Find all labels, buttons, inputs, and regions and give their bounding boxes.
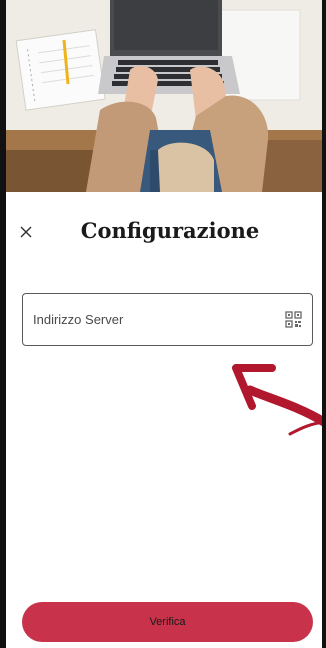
close-icon: [20, 226, 32, 238]
qr-scan-button[interactable]: [285, 311, 302, 328]
hero-image: [0, 0, 326, 192]
close-button[interactable]: [14, 220, 38, 244]
header: Configurazione: [0, 212, 326, 252]
server-address-input[interactable]: [33, 294, 273, 345]
server-address-field: [22, 293, 313, 346]
page-title: Configurazione: [80, 218, 260, 243]
red-arrow-annotation: [232, 364, 326, 436]
verify-button[interactable]: Verifica: [22, 602, 313, 642]
qr-code-icon: [285, 311, 302, 328]
